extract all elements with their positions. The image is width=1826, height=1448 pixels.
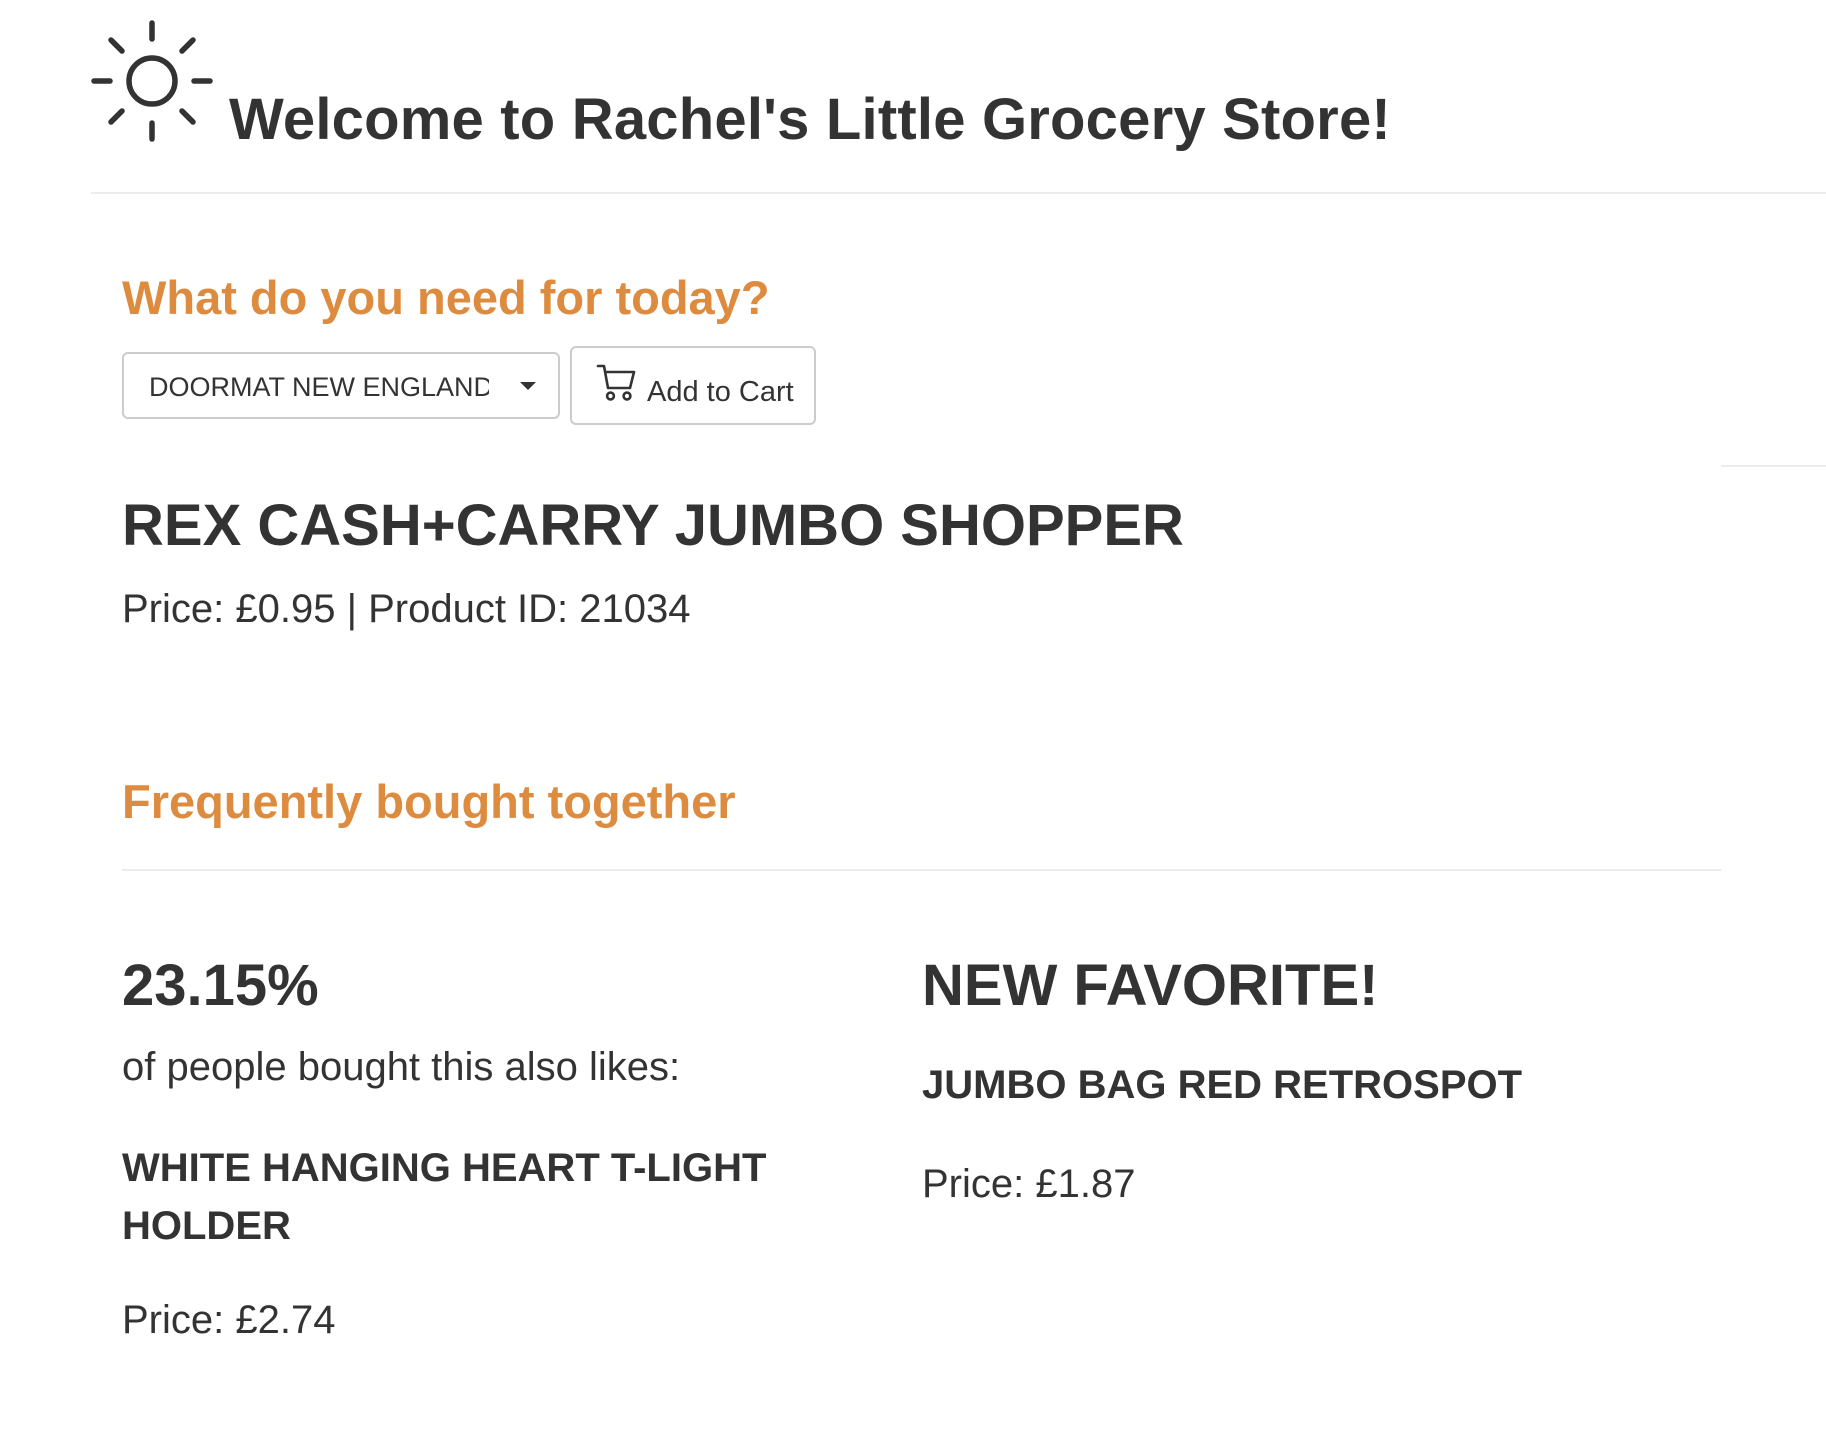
- product-select-value: DOORMAT NEW ENGLAND 4: [149, 372, 489, 402]
- add-to-cart-label: Add to Cart: [647, 376, 794, 408]
- add-to-cart-button[interactable]: Add to Cart: [570, 346, 816, 425]
- favorite-item-name: JUMBO BAG RED RETROSPOT: [922, 1063, 1523, 1107]
- shopping-cart-icon: [596, 364, 636, 401]
- divider: [122, 869, 1721, 871]
- site-title: Welcome to Rachel's Little Grocery Store…: [229, 87, 1391, 152]
- recommended-item-price: Price: £2.74: [122, 1298, 336, 1342]
- new-favorite-heading: NEW FAVORITE!: [922, 953, 1379, 1018]
- bought-together-caption: of people bought this also likes:: [122, 1045, 681, 1089]
- site-header: Welcome to Rachel's Little Grocery Store…: [91, 18, 1826, 194]
- favorite-item-price: Price: £1.87: [922, 1162, 1136, 1206]
- product-name: REX CASH+CARRY JUMBO SHOPPER: [122, 493, 1184, 558]
- recommended-item-name: WHITE HANGING HEART T-LIGHT HOLDER: [122, 1146, 767, 1248]
- divider: [1721, 465, 1826, 467]
- shop-heading: What do you need for today?: [122, 271, 770, 324]
- sun-icon: [91, 20, 213, 142]
- chevron-down-icon: [520, 382, 536, 390]
- bought-together-percent: 23.15%: [122, 953, 319, 1018]
- frequently-bought-heading: Frequently bought together: [122, 775, 736, 828]
- product-meta: Price: £0.95 | Product ID: 21034: [122, 587, 691, 631]
- product-select[interactable]: DOORMAT NEW ENGLAND 4: [122, 352, 560, 419]
